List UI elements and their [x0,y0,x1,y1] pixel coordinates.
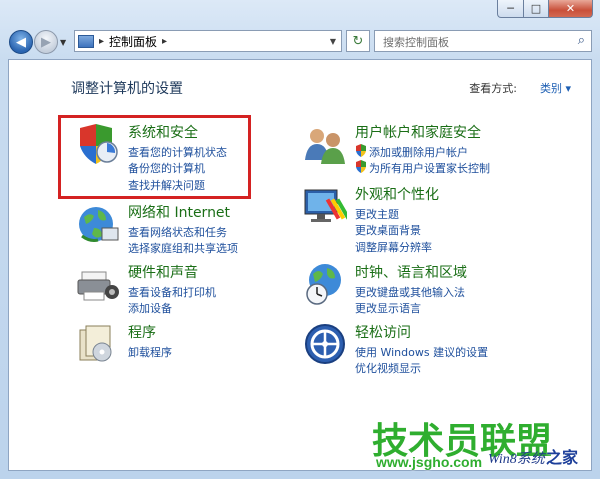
category-network: 网络和 Internet 查看网络状态和任务 选择家庭组和共享选项 [76,202,276,255]
ease-of-access-link[interactable]: 轻松访问 [355,322,411,342]
backup-computer-link[interactable]: 备份您的计算机 [128,160,205,176]
programs-icon [79,325,112,362]
category-user-accounts: 用户帐户和家庭安全 添加或删除用户帐户 为所有用户设置家长控制 [303,122,563,175]
network-globe-icon [79,207,119,242]
users-icon [305,129,345,164]
caption-buttons: ─ □ ✕ [497,0,593,18]
optimize-video-display-link[interactable]: 优化视频显示 [355,360,421,376]
category-appearance: 外观和个性化 更改主题 更改桌面背景 调整屏幕分辨率 [303,184,563,254]
add-remove-accounts-link[interactable]: 添加或删除用户帐户 [369,144,468,160]
close-button[interactable]: ✕ [549,0,593,18]
watermark-win-text: Win8系统 [488,452,545,467]
address-bar[interactable]: ▸ 控制面板 ▸ ▼ [74,30,342,52]
change-keyboard-link[interactable]: 更改键盘或其他输入法 [355,284,465,300]
category-system-security: 系统和安全 查看您的计算机状态 备份您的计算机 查找并解决问题 [76,122,276,192]
back-button[interactable]: ◀ [9,30,33,54]
minimize-button[interactable]: ─ [497,0,524,18]
appearance-personalization-link[interactable]: 外观和个性化 [355,184,439,204]
add-device-link[interactable]: 添加设备 [128,300,172,316]
breadcrumb-control-panel[interactable]: 控制面板 [109,33,157,50]
monitor-paint-icon [304,189,347,222]
view-computer-status-link[interactable]: 查看您的计算机状态 [128,144,227,160]
category-clock-language: 时钟、语言和区域 更改键盘或其他输入法 更改显示语言 [303,262,563,315]
network-internet-link[interactable]: 网络和 Internet [128,202,230,222]
category-hardware: 硬件和声音 查看设备和打印机 添加设备 [76,262,276,315]
search-icon[interactable]: ⌕ [578,33,585,48]
search-input[interactable] [381,32,575,52]
view-by-dropdown[interactable]: 类别 ▾ [540,80,571,96]
watermark-suffix: 之家 [546,448,579,467]
clock-language-region-link[interactable]: 时钟、语言和区域 [355,262,467,282]
globe-clock-icon [306,264,341,305]
shield-icon [80,124,118,164]
category-programs: 程序 卸载程序 [76,322,276,362]
control-panel-icon [78,34,94,48]
change-theme-link[interactable]: 更改主题 [355,206,399,222]
user-accounts-link[interactable]: 用户帐户和家庭安全 [355,122,481,142]
change-desktop-background-link[interactable]: 更改桌面背景 [355,222,421,238]
troubleshoot-link[interactable]: 查找并解决问题 [128,177,205,193]
system-security-link[interactable]: 系统和安全 [128,122,198,142]
uac-shield-icon [356,160,366,173]
uninstall-program-link[interactable]: 卸载程序 [128,344,172,360]
adjust-resolution-link[interactable]: 调整屏幕分辨率 [355,239,432,255]
ease-of-access-icon [305,324,345,364]
breadcrumb-chevron-icon[interactable]: ▸ [162,36,167,47]
breadcrumb-separator-icon[interactable]: ▸ [99,36,104,47]
homegroup-sharing-link[interactable]: 选择家庭组和共享选项 [128,240,238,256]
programs-link[interactable]: 程序 [128,322,156,342]
change-display-language-link[interactable]: 更改显示语言 [355,300,421,316]
page-title: 调整计算机的设置 [71,81,183,97]
view-by-label: 查看方式: [469,82,517,95]
forward-button[interactable]: ▶ [34,30,58,54]
refresh-button[interactable]: ↻ [346,30,370,52]
watermark: 技术员联盟 www.jsgho.com Win8系统 之家 [370,410,600,479]
hardware-sound-link[interactable]: 硬件和声音 [128,262,198,282]
recent-pages-dropdown-icon[interactable]: ▼ [60,38,66,47]
view-network-status-link[interactable]: 查看网络状态和任务 [128,224,227,240]
watermark-url: www.jsgho.com [376,454,483,470]
uac-shield-icon [356,144,366,157]
category-ease-of-access: 轻松访问 使用 Windows 建议的设置 优化视频显示 [303,322,563,375]
navigation-bar: ◀ ▶ ▼ ▸ 控制面板 ▸ ▼ ↻ ⌕ [0,26,600,58]
maximize-button[interactable]: □ [524,0,549,18]
printer-icon [77,271,119,301]
recommended-settings-link[interactable]: 使用 Windows 建议的设置 [355,344,488,360]
address-dropdown-icon[interactable]: ▼ [330,37,336,46]
devices-printers-link[interactable]: 查看设备和打印机 [128,284,216,300]
search-box[interactable]: ⌕ [374,30,592,52]
parental-controls-link[interactable]: 为所有用户设置家长控制 [369,160,490,176]
window-frame: ─ □ ✕ ◀ ▶ ▼ ▸ 控制面板 ▸ ▼ ↻ ⌕ 调整计算机的设置 查看方式… [0,0,600,479]
